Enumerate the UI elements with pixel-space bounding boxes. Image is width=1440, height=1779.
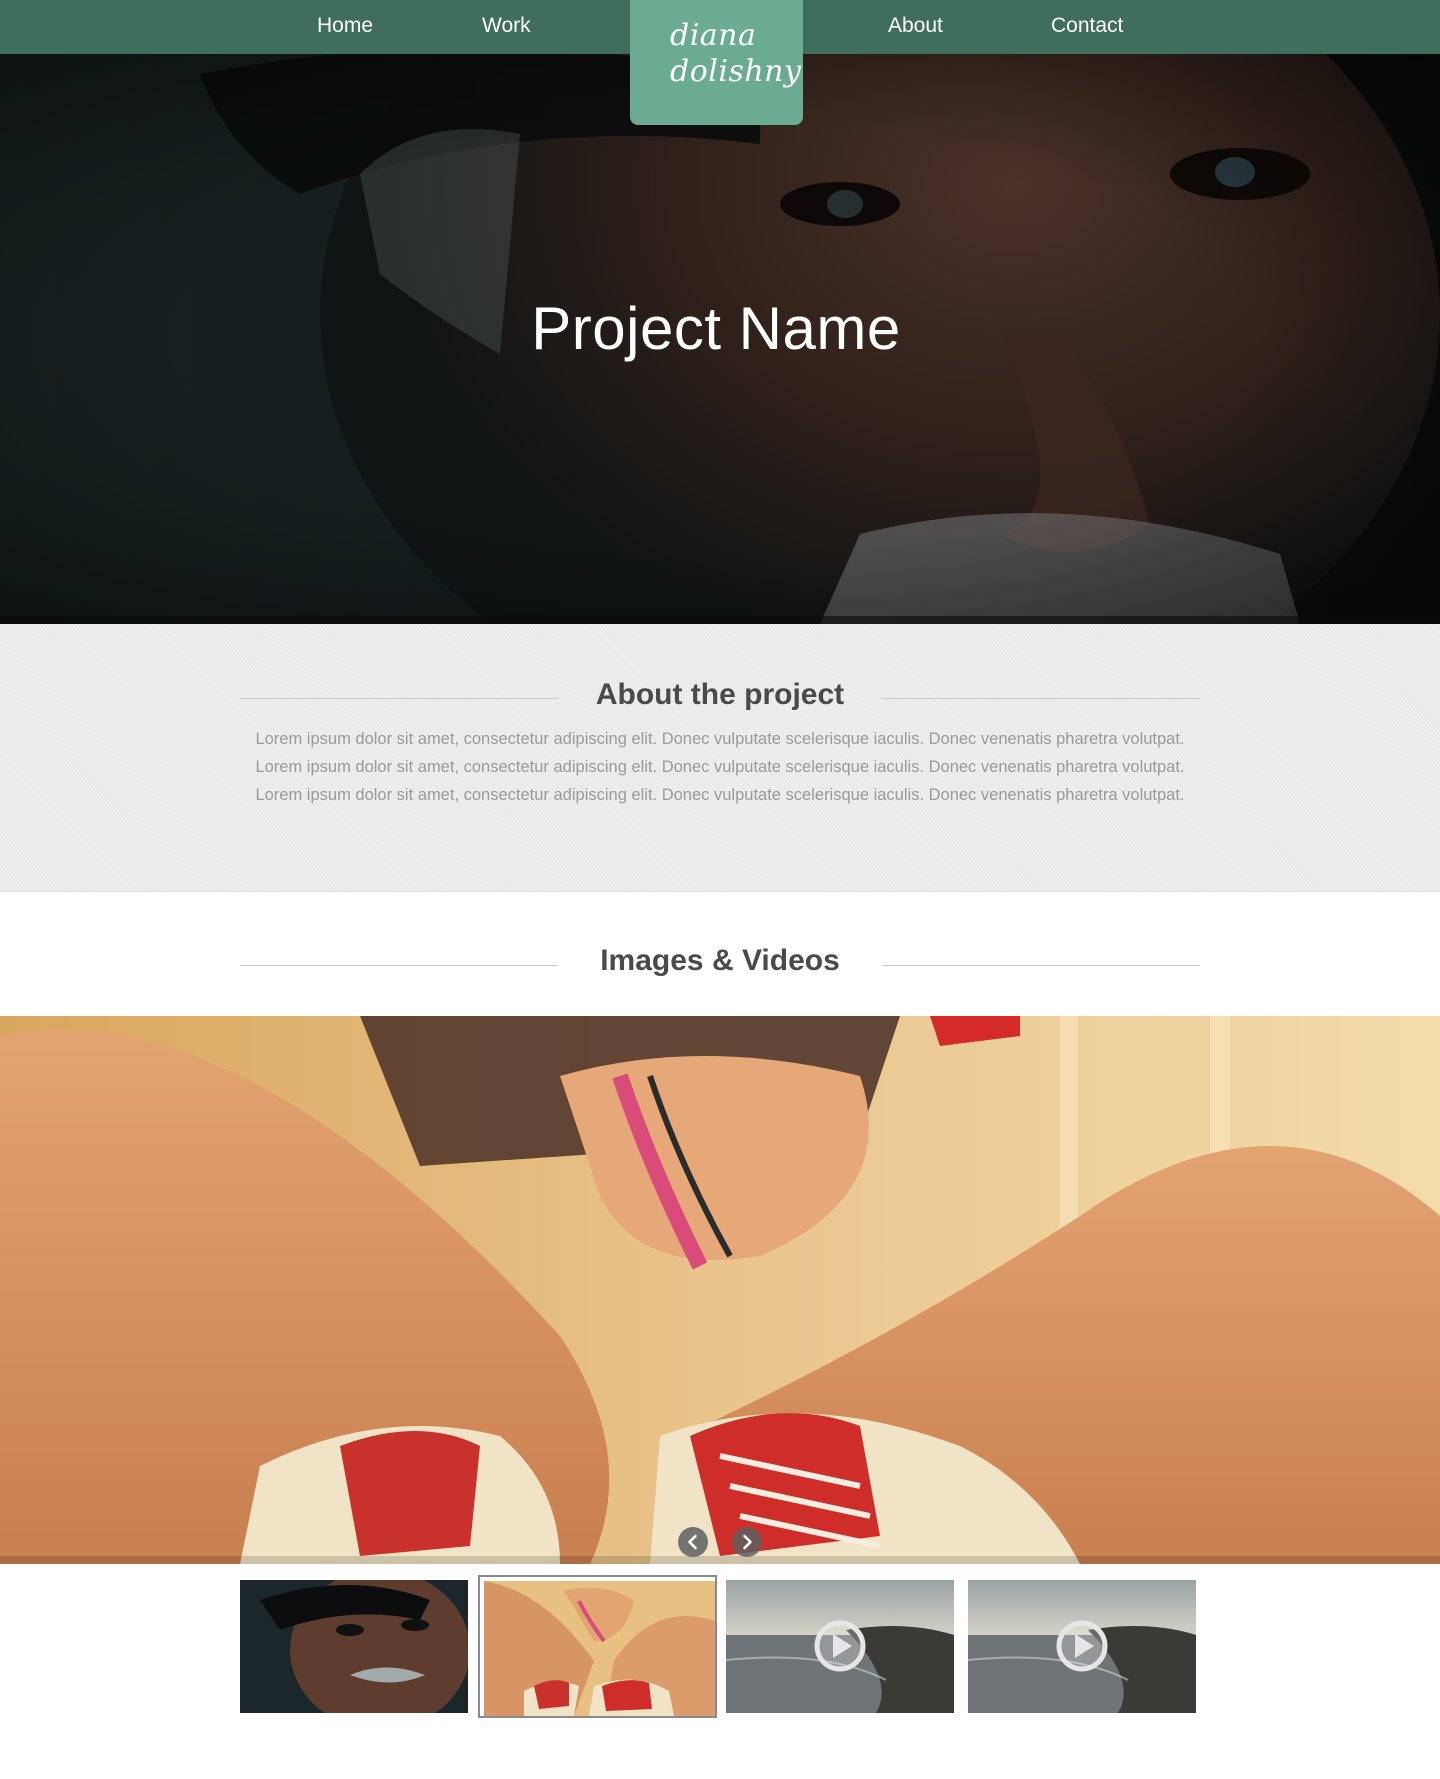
chevron-left-icon bbox=[688, 1534, 697, 1550]
nav-link-contact[interactable]: Contact bbox=[1051, 0, 1123, 54]
media-heading: Images & Videos bbox=[600, 944, 840, 977]
nav-link-work[interactable]: Work bbox=[482, 0, 531, 54]
thumbnail-1[interactable] bbox=[240, 1580, 468, 1713]
thumbnail-2-selected[interactable] bbox=[478, 1575, 717, 1718]
nav-link-about[interactable]: About bbox=[888, 0, 943, 54]
thumbnail-4-video[interactable] bbox=[968, 1580, 1196, 1713]
slider-image bbox=[0, 1016, 1440, 1564]
slider-prev-button[interactable] bbox=[678, 1527, 708, 1557]
site-logo[interactable]: diana dolishny bbox=[630, 0, 803, 125]
logo-wordmark: diana dolishny bbox=[670, 18, 801, 90]
hero-banner: Project Name bbox=[0, 54, 1440, 624]
play-icon bbox=[1056, 1620, 1108, 1672]
nav-link-home[interactable]: Home bbox=[317, 0, 373, 54]
about-section: About the project Lorem ipsum dolor sit … bbox=[0, 624, 1440, 892]
chevron-right-icon bbox=[743, 1534, 752, 1550]
logo-line-1: diana bbox=[670, 18, 757, 53]
about-description: Lorem ipsum dolor sit amet, consectetur … bbox=[255, 730, 1185, 804]
logo-line-2: dolishny bbox=[670, 54, 802, 89]
image-slider bbox=[0, 1016, 1440, 1564]
play-icon bbox=[814, 1620, 866, 1672]
about-heading: About the project bbox=[595, 678, 845, 711]
thumbnail-sneakers-image bbox=[484, 1581, 715, 1716]
thumbnail-portrait-image bbox=[240, 1580, 468, 1713]
hero-title: Project Name bbox=[531, 295, 901, 362]
thumbnail-3-video[interactable] bbox=[726, 1580, 954, 1713]
slider-next-button[interactable] bbox=[732, 1527, 762, 1557]
